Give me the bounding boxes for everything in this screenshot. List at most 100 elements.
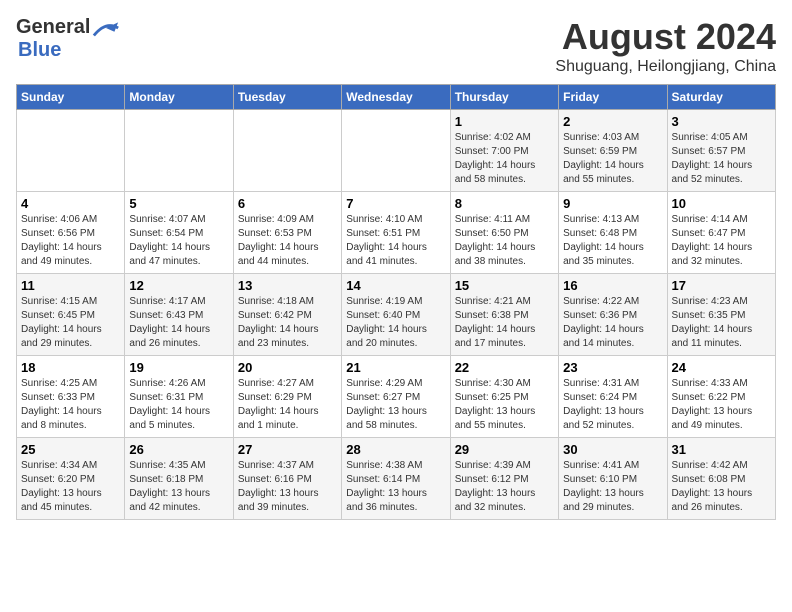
logo-general: General [16,16,90,39]
day-number: 20 [238,360,337,375]
day-number: 15 [455,278,554,293]
day-info: Sunrise: 4:18 AMSunset: 6:42 PMDaylight:… [238,295,337,351]
col-header-tuesday: Tuesday [233,85,341,110]
calendar-cell: 30 Sunrise: 4:41 AMSunset: 6:10 PMDayligh… [559,438,667,520]
calendar-cell: 17 Sunrise: 4:23 AMSunset: 6:35 PMDayligh… [667,274,775,356]
day-info: Sunrise: 4:26 AMSunset: 6:31 PMDaylight:… [129,377,228,433]
calendar-cell: 2 Sunrise: 4:03 AMSunset: 6:59 PMDaylight… [559,110,667,192]
day-number: 10 [672,196,771,211]
day-info: Sunrise: 4:10 AMSunset: 6:51 PMDaylight:… [346,213,445,269]
col-header-monday: Monday [125,85,233,110]
day-number: 5 [129,196,228,211]
day-number: 3 [672,114,771,129]
day-number: 31 [672,442,771,457]
calendar-cell: 10 Sunrise: 4:14 AMSunset: 6:47 PMDayligh… [667,192,775,274]
day-number: 16 [563,278,662,293]
day-number: 27 [238,442,337,457]
calendar-cell: 29 Sunrise: 4:39 AMSunset: 6:12 PMDayligh… [450,438,558,520]
calendar-cell: 24 Sunrise: 4:33 AMSunset: 6:22 PMDayligh… [667,356,775,438]
title-block: August 2024 Shuguang, Heilongjiang, Chin… [555,16,776,76]
col-header-sunday: Sunday [17,85,125,110]
day-number: 2 [563,114,662,129]
calendar-cell: 23 Sunrise: 4:31 AMSunset: 6:24 PMDayligh… [559,356,667,438]
day-number: 7 [346,196,445,211]
day-info: Sunrise: 4:06 AMSunset: 6:56 PMDaylight:… [21,213,120,269]
calendar-cell: 20 Sunrise: 4:27 AMSunset: 6:29 PMDayligh… [233,356,341,438]
day-info: Sunrise: 4:35 AMSunset: 6:18 PMDaylight:… [129,459,228,515]
day-info: Sunrise: 4:02 AMSunset: 7:00 PMDaylight:… [455,131,554,187]
calendar-cell: 7 Sunrise: 4:10 AMSunset: 6:51 PMDaylight… [342,192,450,274]
day-info: Sunrise: 4:41 AMSunset: 6:10 PMDaylight:… [563,459,662,515]
logo-blue-text: Blue [18,39,61,62]
day-info: Sunrise: 4:23 AMSunset: 6:35 PMDaylight:… [672,295,771,351]
day-info: Sunrise: 4:39 AMSunset: 6:12 PMDaylight:… [455,459,554,515]
day-info: Sunrise: 4:19 AMSunset: 6:40 PMDaylight:… [346,295,445,351]
calendar-cell: 8Sunrise: 4:11 AMSunset: 6:50 PMDaylight… [450,192,558,274]
day-info: Sunrise: 4:09 AMSunset: 6:53 PMDaylight:… [238,213,337,269]
day-number: 19 [129,360,228,375]
calendar-cell: 14 Sunrise: 4:19 AMSunset: 6:40 PMDayligh… [342,274,450,356]
day-number: 17 [672,278,771,293]
day-number: 1 [455,114,554,129]
day-number: 29 [455,442,554,457]
day-info: Sunrise: 4:33 AMSunset: 6:22 PMDaylight:… [672,377,771,433]
calendar-week-row: 11Sunrise: 4:15 AMSunset: 6:45 PMDayligh… [17,274,776,356]
day-number: 4 [21,196,120,211]
col-header-thursday: Thursday [450,85,558,110]
day-info: Sunrise: 4:21 AMSunset: 6:38 PMDaylight:… [455,295,554,351]
calendar-cell [125,110,233,192]
day-number: 30 [563,442,662,457]
col-header-wednesday: Wednesday [342,85,450,110]
day-number: 18 [21,360,120,375]
location-title: Shuguang, Heilongjiang, China [555,58,776,76]
day-number: 24 [672,360,771,375]
day-info: Sunrise: 4:29 AMSunset: 6:27 PMDaylight:… [346,377,445,433]
day-info: Sunrise: 4:38 AMSunset: 6:14 PMDaylight:… [346,459,445,515]
day-info: Sunrise: 4:30 AMSunset: 6:25 PMDaylight:… [455,377,554,433]
day-number: 9 [563,196,662,211]
day-number: 28 [346,442,445,457]
calendar-table: SundayMondayTuesdayWednesdayThursdayFrid… [16,84,776,520]
calendar-cell: 19 Sunrise: 4:26 AMSunset: 6:31 PMDayligh… [125,356,233,438]
calendar-cell: 27 Sunrise: 4:37 AMSunset: 6:16 PMDayligh… [233,438,341,520]
calendar-cell: 22 Sunrise: 4:30 AMSunset: 6:25 PMDayligh… [450,356,558,438]
day-info: Sunrise: 4:17 AMSunset: 6:43 PMDaylight:… [129,295,228,351]
calendar-cell [17,110,125,192]
month-title: August 2024 [555,16,776,58]
logo: General Blue [16,16,120,62]
page-header: General Blue August 2024 Shuguang, Heilo… [16,16,776,76]
calendar-cell: 28 Sunrise: 4:38 AMSunset: 6:14 PMDayligh… [342,438,450,520]
day-number: 13 [238,278,337,293]
day-number: 23 [563,360,662,375]
col-header-friday: Friday [559,85,667,110]
calendar-week-row: 25 Sunrise: 4:34 AMSunset: 6:20 PMDayligh… [17,438,776,520]
day-number: 25 [21,442,120,457]
calendar-header-row: SundayMondayTuesdayWednesdayThursdayFrid… [17,85,776,110]
day-number: 12 [129,278,228,293]
calendar-cell: 31Sunrise: 4:42 AMSunset: 6:08 PMDayligh… [667,438,775,520]
day-number: 22 [455,360,554,375]
calendar-cell: 25 Sunrise: 4:34 AMSunset: 6:20 PMDayligh… [17,438,125,520]
calendar-cell [233,110,341,192]
calendar-cell: 12 Sunrise: 4:17 AMSunset: 6:43 PMDayligh… [125,274,233,356]
day-number: 6 [238,196,337,211]
day-info: Sunrise: 4:37 AMSunset: 6:16 PMDaylight:… [238,459,337,515]
calendar-cell: 3Sunrise: 4:05 AMSunset: 6:57 PMDaylight… [667,110,775,192]
day-number: 14 [346,278,445,293]
calendar-cell: 26Sunrise: 4:35 AMSunset: 6:18 PMDayligh… [125,438,233,520]
calendar-cell: 1 Sunrise: 4:02 AMSunset: 7:00 PMDaylight… [450,110,558,192]
col-header-saturday: Saturday [667,85,775,110]
calendar-cell: 5Sunrise: 4:07 AMSunset: 6:54 PMDaylight… [125,192,233,274]
logo-icon [92,18,120,38]
day-info: Sunrise: 4:03 AMSunset: 6:59 PMDaylight:… [563,131,662,187]
calendar-cell: 21Sunrise: 4:29 AMSunset: 6:27 PMDayligh… [342,356,450,438]
day-info: Sunrise: 4:31 AMSunset: 6:24 PMDaylight:… [563,377,662,433]
day-info: Sunrise: 4:13 AMSunset: 6:48 PMDaylight:… [563,213,662,269]
day-info: Sunrise: 4:34 AMSunset: 6:20 PMDaylight:… [21,459,120,515]
calendar-cell: 6 Sunrise: 4:09 AMSunset: 6:53 PMDaylight… [233,192,341,274]
calendar-cell: 11Sunrise: 4:15 AMSunset: 6:45 PMDayligh… [17,274,125,356]
day-info: Sunrise: 4:27 AMSunset: 6:29 PMDaylight:… [238,377,337,433]
calendar-cell: 16Sunrise: 4:22 AMSunset: 6:36 PMDayligh… [559,274,667,356]
day-number: 11 [21,278,120,293]
day-info: Sunrise: 4:14 AMSunset: 6:47 PMDaylight:… [672,213,771,269]
